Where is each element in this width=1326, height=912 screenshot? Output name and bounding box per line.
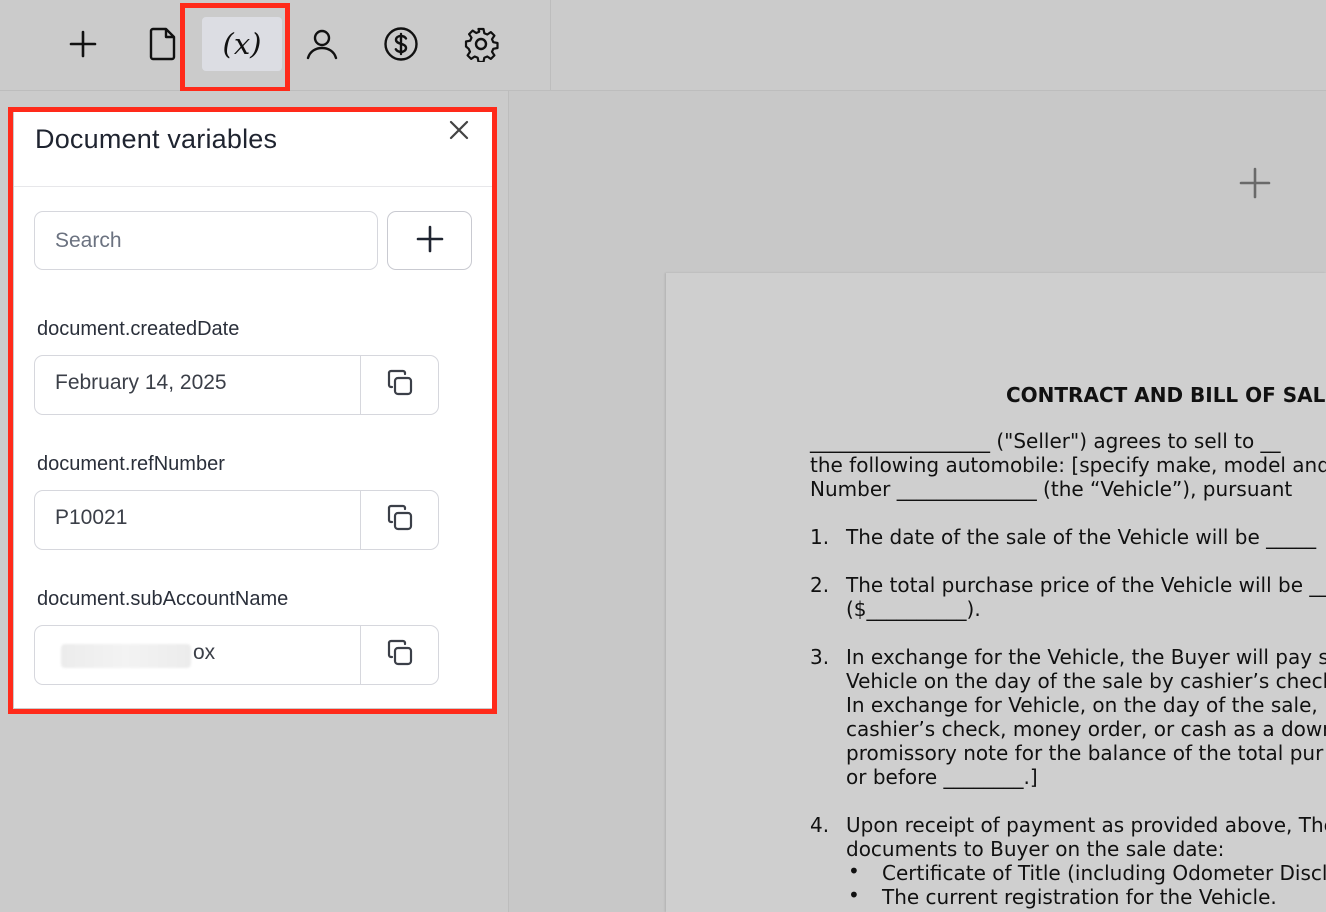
document-text: the following automobile: [specify make,… [810,453,1326,477]
plus-icon [416,225,444,257]
pricing-button[interactable] [369,17,433,71]
document-text: or before ________.] [846,765,1038,789]
plus-icon [1238,167,1272,204]
document-text: In exchange for the Vehicle, the Buyer w… [846,645,1326,669]
panel-title: Document variables [35,124,278,154]
bullet: • [848,883,860,907]
variable-value-field[interactable]: February 14, 2025 [34,355,439,415]
list-number: 1. [810,525,830,549]
document-text: Certificate of Title (including Odometer… [882,861,1326,885]
document-text: __________________ ("Seller") agrees to … [810,429,1281,453]
document-page[interactable]: CONTRACT AND BILL OF SAL _______________… [666,273,1326,912]
add-variable-button[interactable] [387,211,472,270]
copy-icon [385,368,415,402]
document-text: The total purchase price of the Vehicle … [846,573,1326,597]
copy-button[interactable] [360,356,438,414]
close-button[interactable] [445,118,473,146]
settings-button[interactable] [449,17,513,71]
toolbar-spacer [551,0,1326,91]
variable-value: P10021 [55,506,128,529]
variable-name: document.createdDate [37,318,240,340]
list-number: 3. [810,645,830,669]
add-button[interactable] [51,17,115,71]
variable-name: document.subAccountName [37,588,289,610]
document-button[interactable] [131,17,195,71]
document-text: Vehicle on the day of the sale by cashie… [846,669,1326,693]
variables-button[interactable]: (x) [202,17,282,71]
top-toolbar: (x) [0,0,551,91]
search-input[interactable] [34,211,378,270]
list-number: 2. [810,573,830,597]
document-text: documents to Buyer on the sale date: [846,837,1225,861]
document-text: promissory note for the balance of the t… [846,741,1324,765]
copy-button[interactable] [360,491,438,549]
add-page-button[interactable] [1238,166,1272,204]
copy-icon [385,638,415,672]
document-variables-panel: Document variables document.createdDate … [14,112,492,708]
document-text: The date of the sale of the Vehicle will… [846,525,1317,549]
document-title: CONTRACT AND BILL OF SAL [1006,383,1326,407]
close-icon [448,119,470,145]
redacted-text [61,644,191,668]
user-icon [305,27,339,61]
document-text: The current registration for the Vehicle… [882,885,1277,909]
list-number: 4. [810,813,830,837]
variable-value: ox [193,641,216,664]
user-button[interactable] [290,17,354,71]
variable-name: document.refNumber [37,453,225,475]
bullet: • [848,859,860,883]
document-text: cashier’s check, money order, or cash as… [846,717,1326,741]
gear-icon [463,26,499,62]
dollar-icon [383,26,419,62]
copy-icon [385,503,415,537]
variable-value-field[interactable]: ox [34,625,439,685]
document-text: In exchange for Vehicle, on the day of t… [846,693,1318,717]
copy-button[interactable] [360,626,438,684]
plus-icon [68,29,98,59]
panel-header: Document variables [14,112,492,187]
variable-value: February 14, 2025 [55,371,227,394]
variables-icon: (x) [222,27,262,61]
document-text: ($__________). [846,597,981,621]
document-text: Number ______________ (the “Vehicle”), p… [810,477,1293,501]
document-text: Upon receipt of payment as provided abov… [846,813,1326,837]
variable-value-field[interactable]: P10021 [34,490,439,550]
document-icon [147,26,179,62]
